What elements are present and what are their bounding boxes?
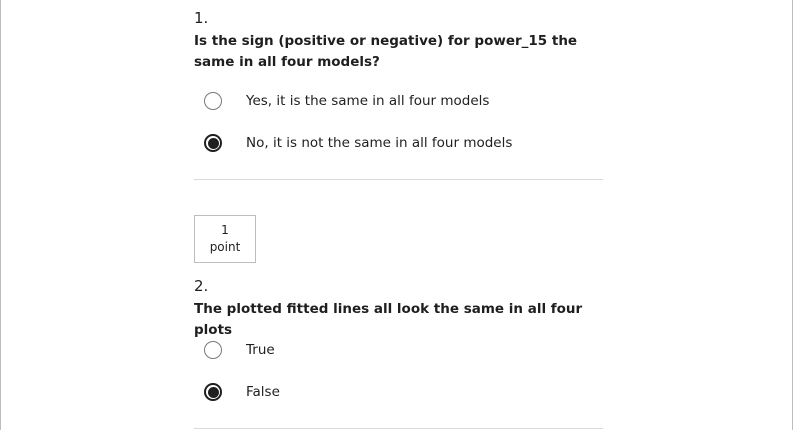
points-badge: 1 point (194, 215, 256, 263)
question-1-number: 1. (194, 9, 209, 27)
option-label: Yes, it is the same in all four models (246, 93, 490, 109)
option-label: True (246, 342, 275, 358)
option-label: False (246, 384, 280, 400)
quiz-page: 1. Is the sign (positive or negative) fo… (0, 0, 793, 430)
points-unit: point (209, 240, 241, 254)
radio-selected-icon[interactable] (204, 134, 222, 152)
question-divider (194, 428, 603, 429)
question-1-text: Is the sign (positive or negative) for p… (194, 33, 578, 70)
points-value: 1 (221, 223, 229, 237)
option-label: No, it is not the same in all four model… (246, 135, 513, 151)
question-2-option-true[interactable]: True (204, 338, 275, 362)
question-2-option-false[interactable]: False (204, 380, 280, 404)
question-divider (194, 179, 603, 180)
question-1-option-no[interactable]: No, it is not the same in all four model… (204, 131, 512, 155)
question-2-text: The plotted fitted lines all look the sa… (194, 301, 583, 338)
question-1-option-yes[interactable]: Yes, it is the same in all four models (204, 89, 489, 113)
radio-selected-icon[interactable] (204, 383, 222, 401)
radio-unselected-icon[interactable] (204, 92, 222, 110)
radio-unselected-icon[interactable] (204, 341, 222, 359)
question-2-number: 2. (194, 277, 209, 295)
